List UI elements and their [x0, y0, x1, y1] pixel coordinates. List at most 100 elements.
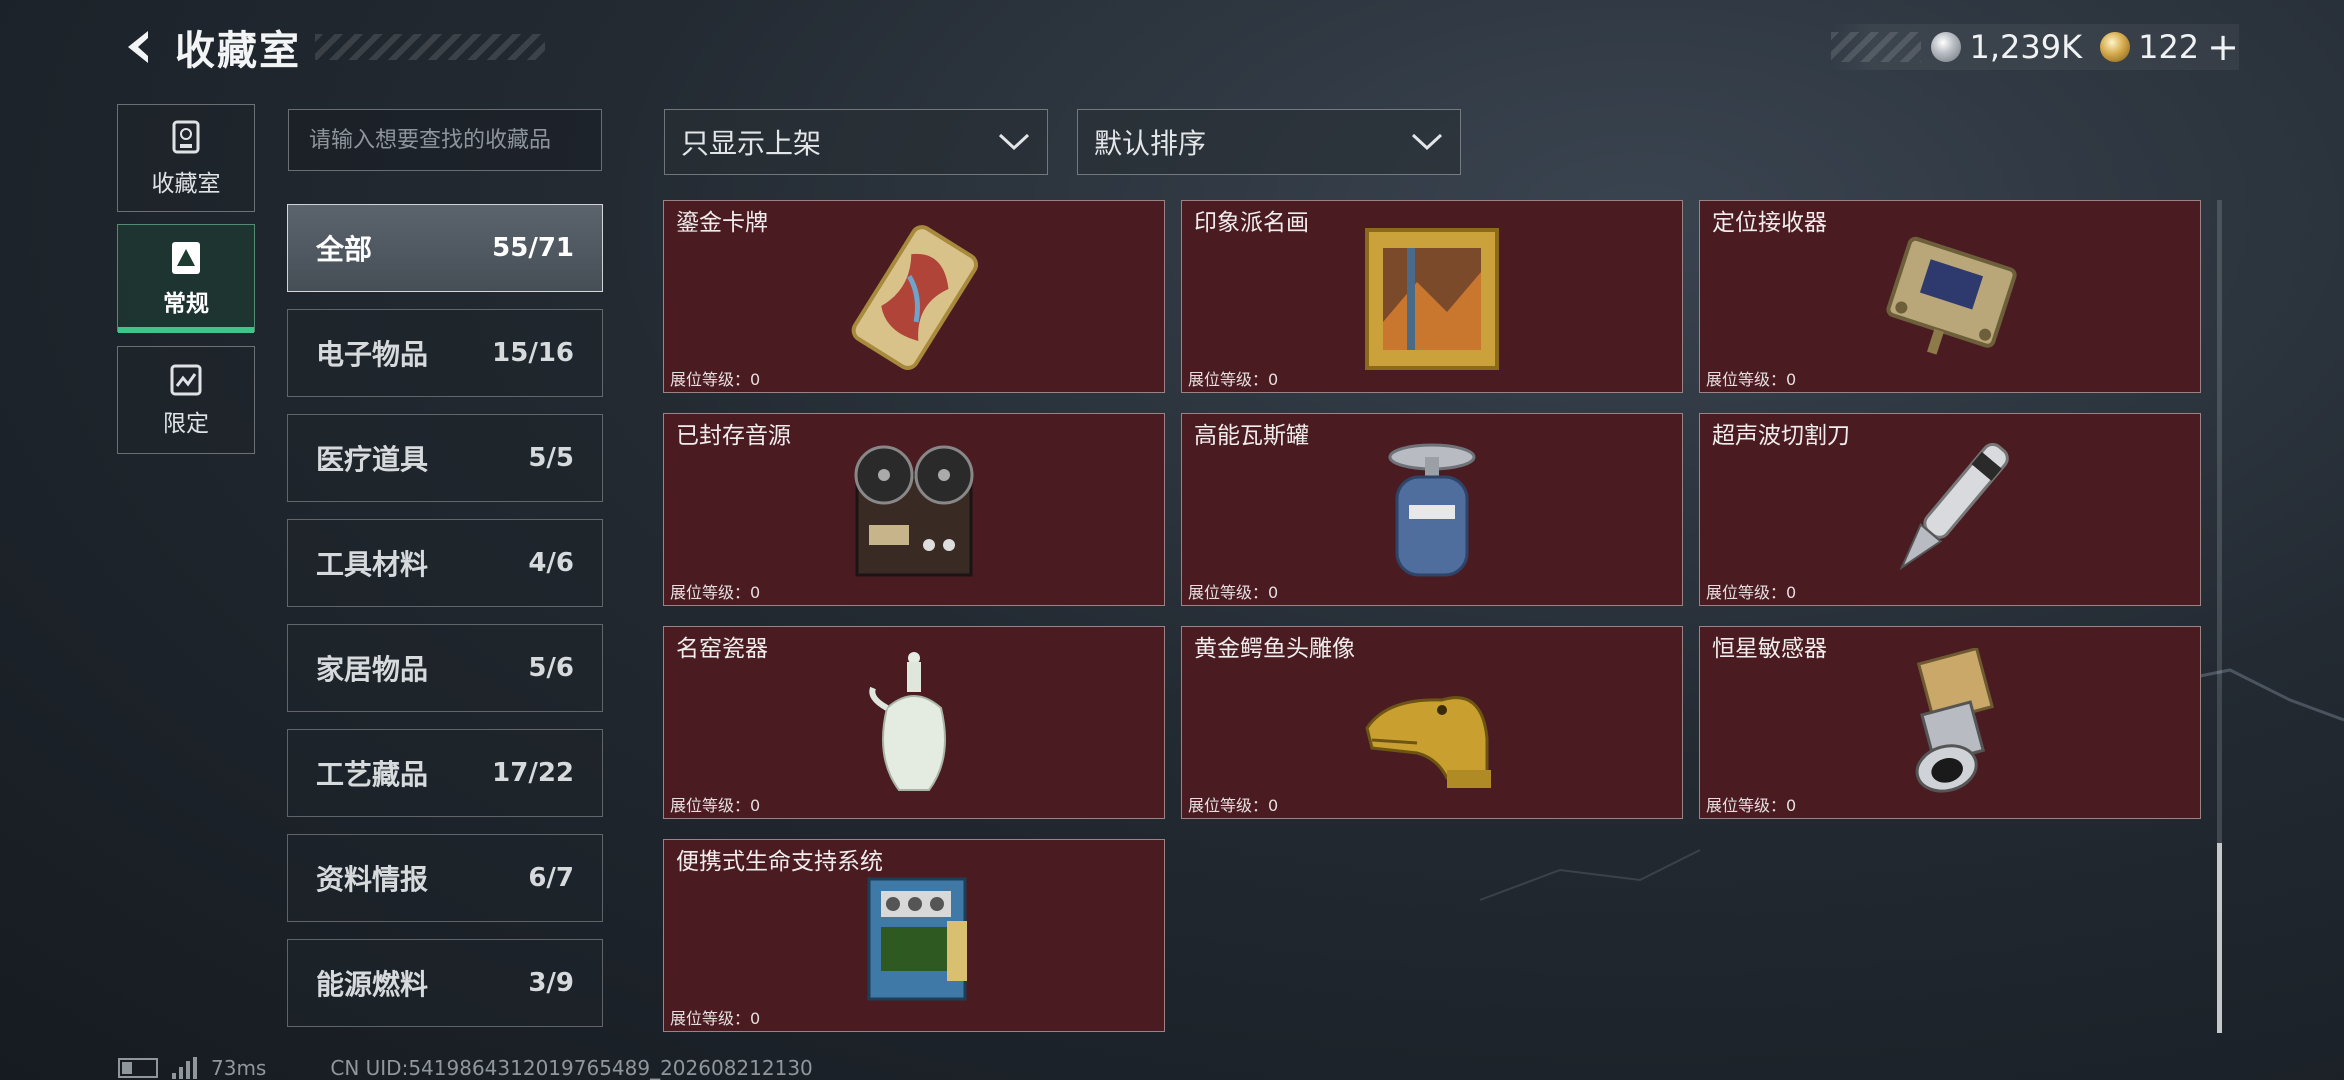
chevron-down-icon	[998, 133, 1030, 151]
gas-canister-icon	[1388, 443, 1476, 576]
category-crafts[interactable]: 工艺藏品 17/22	[287, 729, 603, 817]
sort-value: 默认排序	[1094, 127, 1207, 160]
category-tools[interactable]: 工具材料 4/6	[287, 519, 603, 607]
collectible-card[interactable]: 高能瓦斯罐 展位等级：0	[1181, 413, 1683, 606]
nav-tab-label: 限定	[163, 411, 209, 437]
category-intel[interactable]: 资料情报 6/7	[287, 834, 603, 922]
nav-tab-label: 收藏室	[151, 171, 221, 197]
item-name: 已封存音源	[676, 423, 791, 449]
trophy-icon	[172, 120, 200, 154]
grid-scrollbar[interactable]	[2217, 200, 2222, 1033]
category-count: 5/5	[528, 443, 574, 473]
display-level: 展位等级：0	[670, 1009, 761, 1028]
collectible-card[interactable]: 印象派名画 展位等级：0	[1181, 200, 1683, 393]
search-input[interactable]	[288, 109, 602, 171]
display-level: 展位等级：0	[1706, 370, 1797, 389]
display-level: 展位等级：0	[670, 370, 761, 389]
battery-icon	[118, 1058, 158, 1078]
gilded-card-icon	[851, 224, 979, 370]
star-sensor-icon	[1915, 647, 1995, 793]
back-button[interactable]	[115, 22, 165, 72]
framed-painting-icon	[1365, 227, 1499, 370]
category-count: 15/16	[492, 338, 574, 368]
category-count: 5/6	[528, 653, 574, 683]
category-count: 4/6	[528, 548, 574, 578]
category-label: 医疗道具	[316, 443, 429, 476]
gold-currency[interactable]: 122 +	[2100, 25, 2239, 69]
nav-tab-regular[interactable]: 常规	[117, 224, 255, 333]
collectible-card[interactable]: 名窑瓷器 展位等级：0	[663, 626, 1165, 819]
collectible-card[interactable]: 定位接收器 展位等级：0	[1699, 200, 2201, 393]
display-level: 展位等级：0	[1188, 583, 1279, 602]
display-level: 展位等级：0	[670, 796, 761, 815]
silver-coin-icon	[1931, 32, 1962, 62]
display-level: 展位等级：0	[1188, 370, 1279, 389]
category-label: 全部	[316, 233, 373, 266]
gold-amount: 122	[2138, 28, 2200, 66]
category-label: 资料情报	[316, 863, 429, 896]
gold-coin-icon	[2100, 32, 2131, 62]
collectible-card[interactable]: 鎏金卡牌 展位等级：0	[663, 200, 1165, 393]
warning-icon	[172, 242, 200, 274]
nav-tab-label: 常规	[163, 291, 209, 317]
item-name: 印象派名画	[1194, 210, 1309, 236]
collectibles-grid: 鎏金卡牌 展位等级：0 印象派名画 展位等级：0 定位接收器 展位等级：0 已封…	[663, 200, 2203, 1033]
silver-currency[interactable]: 1,239K	[1931, 28, 2082, 66]
category-all[interactable]: 全部 55/71	[287, 204, 603, 292]
category-label: 工具材料	[316, 548, 429, 581]
ultrasonic-cutter-icon	[1899, 442, 2009, 570]
collectible-card[interactable]: 已封存音源 展位等级：0	[663, 413, 1165, 606]
nav-tab-collection[interactable]: 收藏室	[117, 104, 255, 212]
uid-text: CN UID:5419864312019765489_202608212130	[330, 1056, 813, 1080]
category-household[interactable]: 家居物品 5/6	[287, 624, 603, 712]
page-title: 收藏室	[175, 28, 301, 74]
scroll-thumb[interactable]	[2217, 843, 2222, 1033]
sort-dropdown[interactable]: 默认排序	[1077, 109, 1461, 175]
currency-bar: 1,239K 122 +	[1831, 24, 2239, 70]
limited-icon	[170, 364, 202, 396]
collectible-card[interactable]: 超声波切割刀 展位等级：0	[1699, 413, 2201, 606]
category-medical[interactable]: 医疗道具 5/5	[287, 414, 603, 502]
collectible-card[interactable]: 便携式生命支持系统 展位等级：0	[663, 839, 1165, 1032]
reel-recorder-icon	[854, 445, 974, 576]
category-label: 家居物品	[316, 653, 429, 686]
signal-icon	[172, 1057, 197, 1079]
display-level: 展位等级：0	[670, 583, 761, 602]
title-decoration	[315, 34, 545, 60]
chevron-down-icon	[1411, 133, 1443, 151]
category-electronics[interactable]: 电子物品 15/16	[287, 309, 603, 397]
item-name: 名窑瓷器	[676, 636, 768, 662]
nav-tab-limited[interactable]: 限定	[117, 346, 255, 454]
status-footer: 73ms CN UID:5419864312019765489_20260821…	[118, 1056, 813, 1080]
collectible-card[interactable]: 黄金鳄鱼头雕像 展位等级：0	[1181, 626, 1683, 819]
item-name: 高能瓦斯罐	[1194, 423, 1309, 449]
currency-decoration	[1831, 32, 1922, 62]
category-label: 工艺藏品	[316, 758, 429, 791]
life-support-icon	[867, 877, 967, 1000]
header: 收藏室	[115, 22, 545, 74]
category-count: 17/22	[492, 758, 574, 788]
porcelain-vase-icon	[869, 651, 946, 791]
add-gold-button[interactable]: +	[2207, 25, 2239, 69]
display-level: 展位等级：0	[1706, 583, 1797, 602]
collectible-card[interactable]: 恒星敏感器 展位等级：0	[1699, 626, 2201, 819]
gps-receiver-icon	[1886, 236, 2017, 355]
shelf-filter-value: 只显示上架	[681, 127, 822, 160]
ping-value: 73ms	[211, 1056, 267, 1080]
item-name: 黄金鳄鱼头雕像	[1194, 636, 1355, 662]
category-count: 3/9	[528, 968, 574, 998]
back-arrow-icon	[128, 31, 148, 63]
item-name: 超声波切割刀	[1712, 423, 1850, 449]
item-name: 恒星敏感器	[1712, 636, 1827, 662]
golden-crocodile-icon	[1365, 695, 1491, 788]
item-name: 鎏金卡牌	[676, 210, 768, 236]
item-name: 定位接收器	[1712, 210, 1827, 236]
category-label: 能源燃料	[316, 968, 429, 1001]
category-count: 6/7	[528, 863, 574, 893]
category-count: 55/71	[492, 233, 574, 263]
display-level: 展位等级：0	[1188, 796, 1279, 815]
display-level: 展位等级：0	[1706, 796, 1797, 815]
silver-amount: 1,239K	[1969, 28, 2083, 66]
shelf-filter-dropdown[interactable]: 只显示上架	[664, 109, 1048, 175]
category-energy[interactable]: 能源燃料 3/9	[287, 939, 603, 1027]
